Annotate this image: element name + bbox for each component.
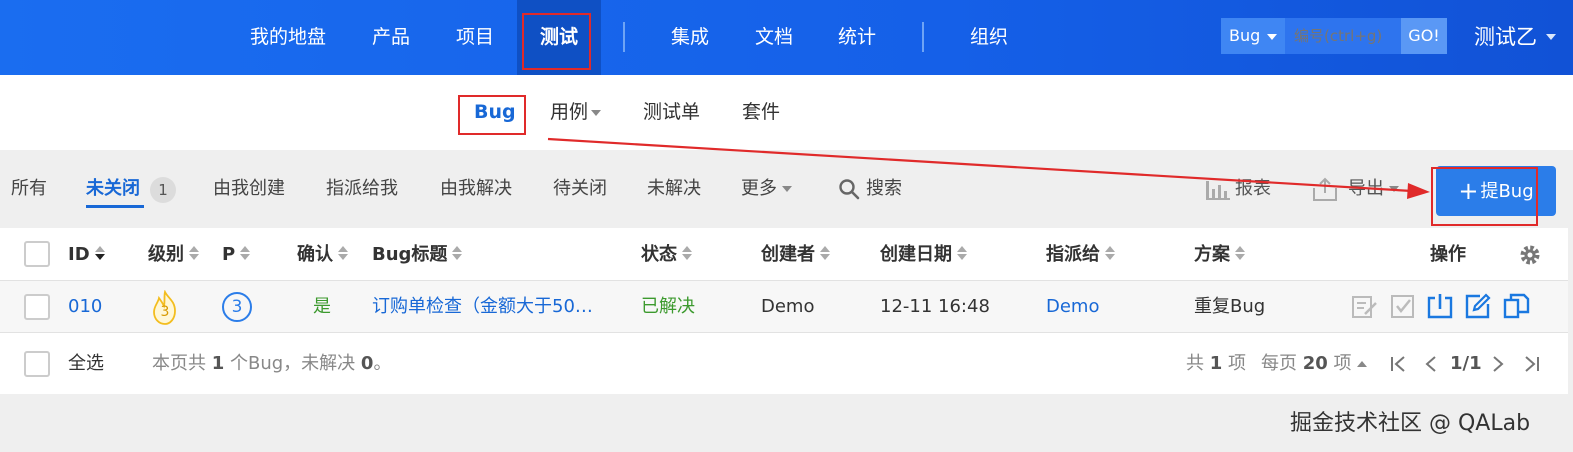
watermark: 掘金技术社区 @ QALab xyxy=(1290,411,1531,436)
annotation-arrow xyxy=(547,137,1430,199)
